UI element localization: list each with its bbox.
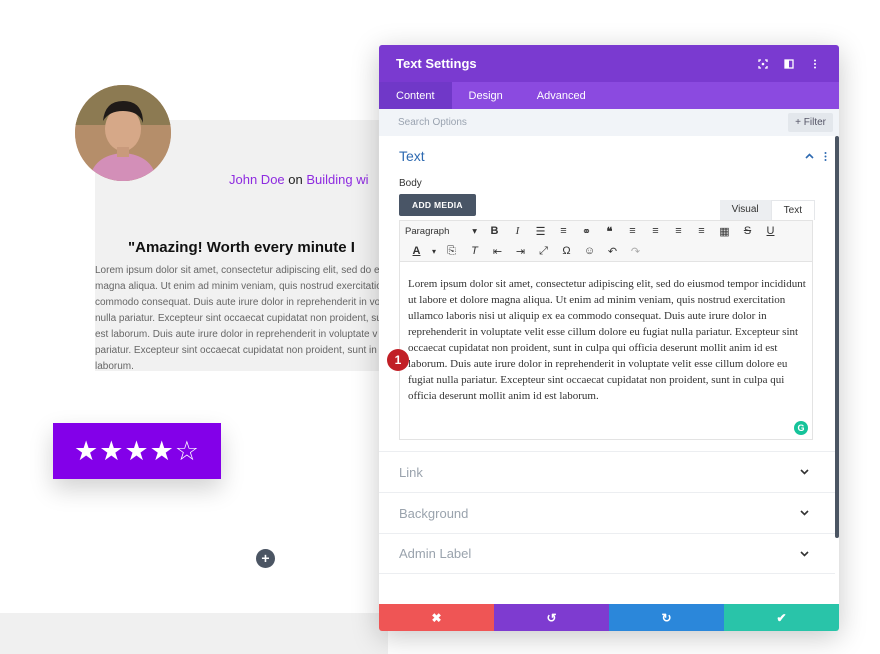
testimonial-quote-title: "Amazing! Worth every minute I — [128, 239, 355, 256]
checkmark-icon: ✔ — [776, 610, 787, 625]
add-module-button[interactable]: + — [256, 549, 275, 568]
modal-header: Text Settings — [379, 45, 839, 82]
modal-body: Text Body ADD MEDIA Visual Text Paragrap… — [379, 136, 839, 604]
chevron-down-icon — [800, 469, 809, 475]
strikethrough-icon[interactable]: S — [736, 225, 759, 237]
tab-advanced[interactable]: Advanced — [520, 82, 603, 109]
italic-icon[interactable]: I — [506, 225, 529, 237]
cancel-button[interactable]: ✖ — [379, 604, 494, 631]
align-left-icon[interactable]: ≡ — [621, 225, 644, 237]
more-options-icon[interactable] — [808, 57, 822, 71]
text-section-title: Text — [399, 148, 425, 164]
save-button[interactable]: ✔ — [724, 604, 839, 631]
special-char-icon[interactable]: Ω — [555, 245, 578, 257]
footer-strip — [0, 613, 388, 654]
fullscreen-icon[interactable] — [756, 57, 770, 71]
section-background-label: Background — [399, 505, 469, 521]
close-icon: ✖ — [431, 610, 442, 625]
section-link[interactable]: Link — [379, 451, 835, 492]
modal-action-bar: ✖ ↺ ↻ ✔ — [379, 604, 839, 631]
blockquote-icon[interactable]: ❝ — [598, 225, 621, 238]
text-section-header[interactable]: Text — [379, 136, 839, 176]
star-rating-box: ★★★★☆ — [53, 423, 221, 479]
bold-icon[interactable]: B — [483, 225, 506, 237]
paragraph-format-select[interactable]: Paragraph ▾ — [405, 226, 483, 237]
filter-button[interactable]: + Filter — [788, 113, 833, 132]
paragraph-format-value: Paragraph — [405, 225, 450, 237]
tab-design[interactable]: Design — [452, 82, 520, 109]
editor-toolbar: Paragraph ▾ B I ☰ ≡ ⚭ ❝ ≡ ≡ ≡ ≡ ▦ S U A — [399, 220, 813, 262]
select-caret-icon: ▾ — [472, 225, 477, 237]
emoji-icon[interactable]: ☺ — [578, 245, 601, 257]
text-editor-area[interactable]: Lorem ipsum dolor sit amet, consectetur … — [399, 262, 813, 440]
author-company: Building wi — [306, 172, 369, 187]
undo-icon[interactable]: ↶ — [601, 245, 624, 258]
author-avatar — [75, 85, 171, 181]
section-more-icon[interactable] — [824, 151, 827, 161]
testimonial-author-line: John Doe on Building wi — [229, 172, 369, 187]
bullet-list-icon[interactable]: ☰ — [529, 225, 552, 238]
grammarly-icon[interactable]: G — [794, 421, 808, 435]
align-justify-icon[interactable]: ≡ — [690, 225, 713, 237]
chevron-down-icon — [800, 550, 809, 557]
indent-icon[interactable]: ⇥ — [509, 245, 532, 258]
clear-format-icon[interactable]: T — [463, 245, 486, 257]
section-link-label: Link — [399, 464, 423, 480]
page: John Doe on Building wi "Amazing! Worth … — [0, 0, 880, 654]
modal-title: Text Settings — [396, 56, 477, 71]
undo-button[interactable]: ↺ — [494, 604, 609, 631]
link-icon[interactable]: ⚭ — [575, 225, 598, 238]
toolbar-row-2: A ▾ ⎘ T ⇤ ⇥ ⤢ Ω ☺ ↶ ↷ — [400, 241, 812, 261]
align-right-icon[interactable]: ≡ — [667, 225, 690, 237]
add-media-button[interactable]: ADD MEDIA — [399, 194, 476, 216]
redo-button[interactable]: ↻ — [609, 604, 724, 631]
numbered-list-icon[interactable]: ≡ — [552, 225, 575, 237]
author-connector: on — [288, 172, 303, 187]
chevron-down-icon — [800, 510, 809, 516]
testimonial-body: Lorem ipsum dolor sit amet, consectetur … — [95, 265, 385, 372]
chevron-up-icon[interactable] — [805, 153, 814, 159]
table-icon[interactable]: ▦ — [713, 225, 736, 238]
fullscreen-editor-icon[interactable]: ⤢ — [532, 245, 555, 258]
outdent-icon[interactable]: ⇤ — [486, 245, 509, 258]
step-badge: 1 — [387, 349, 409, 371]
section-admin-label[interactable]: Admin Label — [379, 533, 835, 574]
settings-tabs: Content Design Advanced — [379, 82, 839, 109]
undo-icon: ↺ — [546, 610, 557, 625]
tab-content[interactable]: Content — [379, 82, 452, 109]
editor-mode-tabs: Visual Text — [719, 200, 815, 220]
paste-text-icon[interactable]: ⎘ — [440, 245, 463, 258]
scrollbar[interactable] — [835, 136, 839, 538]
editor-tab-text[interactable]: Text — [770, 200, 815, 220]
editor-tab-visual[interactable]: Visual — [719, 200, 771, 220]
body-label: Body — [399, 178, 422, 189]
split-view-icon[interactable] — [782, 57, 796, 71]
avatar-portrait — [75, 85, 171, 181]
search-options-input[interactable] — [398, 117, 698, 128]
toolbar-row-1: Paragraph ▾ B I ☰ ≡ ⚭ ❝ ≡ ≡ ≡ ≡ ▦ S U — [400, 221, 812, 241]
redo-icon[interactable]: ↷ — [624, 245, 647, 258]
text-section-icons — [805, 151, 827, 161]
text-settings-modal: Text Settings Content Design Advanced + … — [379, 45, 839, 631]
underline-icon[interactable]: U — [759, 225, 782, 237]
author-name: John Doe — [229, 172, 285, 187]
section-admin-label-label: Admin Label — [399, 546, 472, 561]
text-color-caret-icon[interactable]: ▾ — [428, 247, 440, 256]
editor-content: Lorem ipsum dolor sit amet, consectetur … — [408, 278, 806, 402]
redo-icon: ↻ — [661, 610, 672, 625]
section-background[interactable]: Background — [379, 492, 835, 533]
text-color-icon[interactable]: A — [405, 245, 428, 257]
align-center-icon[interactable]: ≡ — [644, 225, 667, 237]
header-icons — [756, 57, 822, 71]
star-rating: ★★★★☆ — [73, 435, 201, 466]
search-row: + Filter — [379, 109, 839, 136]
